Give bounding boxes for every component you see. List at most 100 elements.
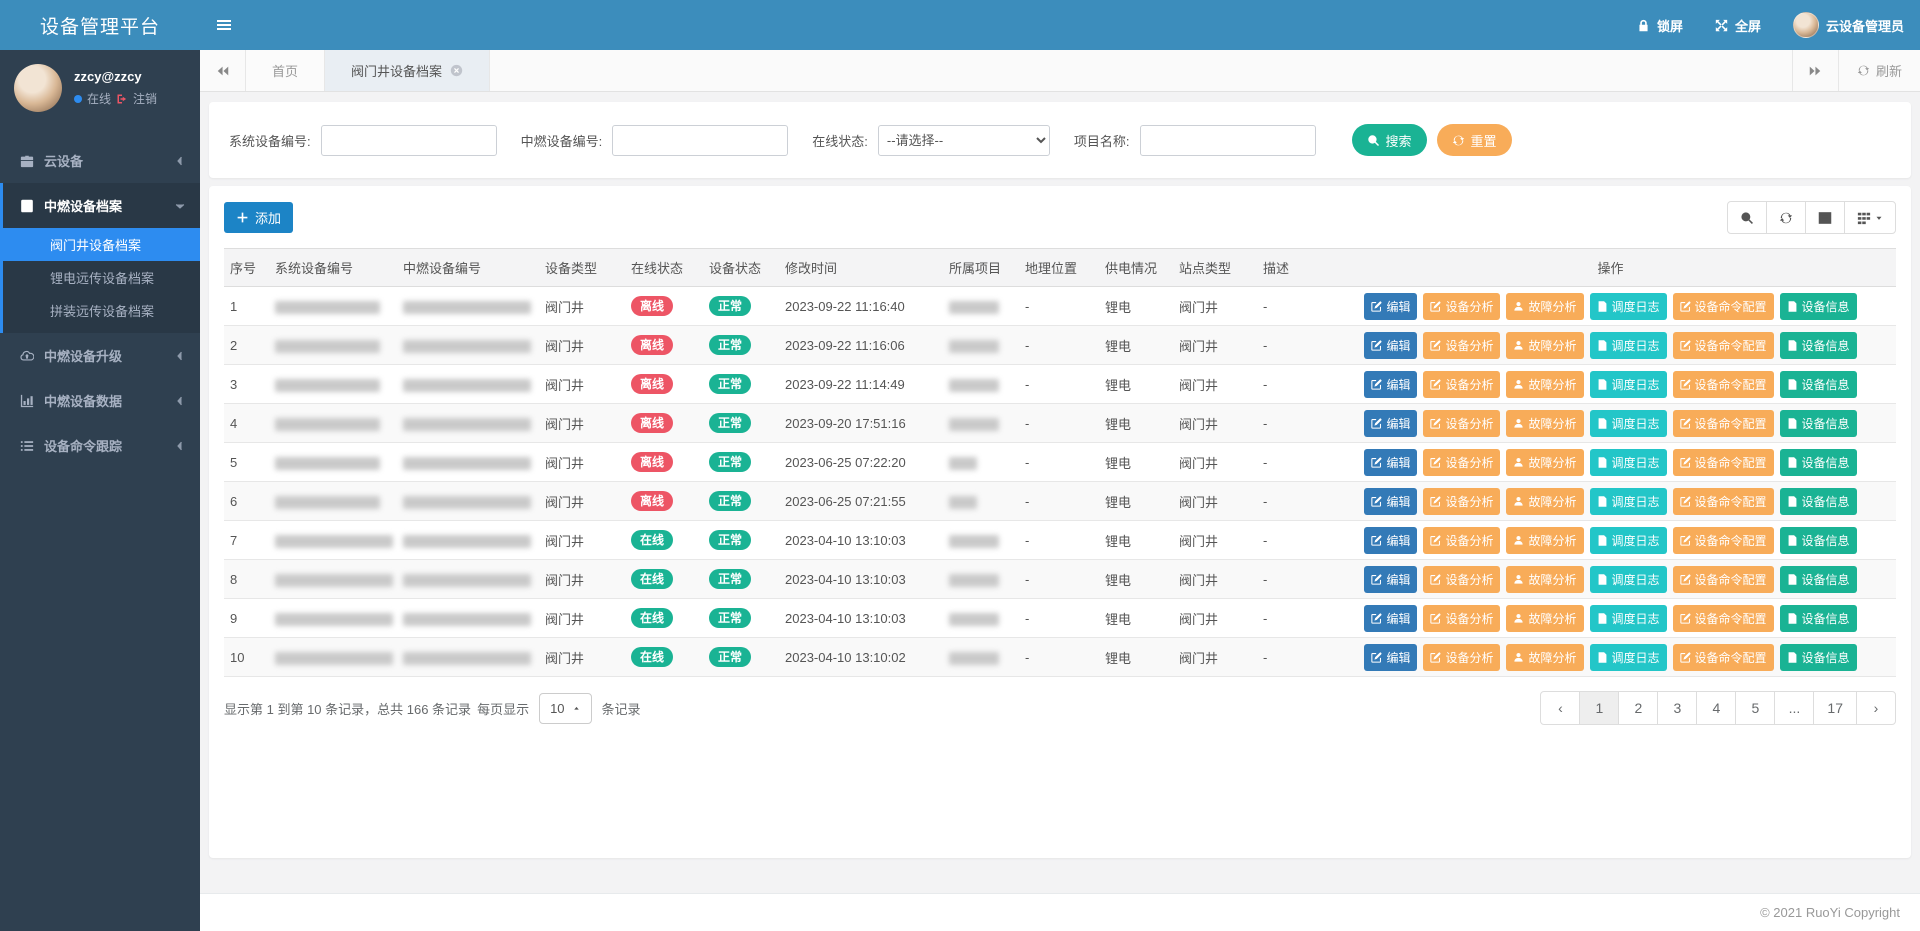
device-analysis-button[interactable]: 设备分析: [1423, 293, 1500, 320]
grid-toggle-view-button[interactable]: [1805, 201, 1845, 234]
device-command-config-button[interactable]: 设备命令配置: [1673, 449, 1774, 476]
dispatch-log-button[interactable]: 调度日志: [1590, 410, 1667, 437]
online-status-link[interactable]: 在线: [87, 90, 111, 107]
device-info-button[interactable]: 设备信息: [1780, 488, 1857, 515]
device-info-button[interactable]: 设备信息: [1780, 605, 1857, 632]
device-analysis-button[interactable]: 设备分析: [1423, 371, 1500, 398]
device-analysis-button[interactable]: 设备分析: [1423, 449, 1500, 476]
header-user-menu[interactable]: 云设备管理员: [1777, 0, 1920, 50]
device-info-button[interactable]: 设备信息: [1780, 332, 1857, 359]
dispatch-log-button[interactable]: 调度日志: [1590, 371, 1667, 398]
edit-button[interactable]: 编辑: [1364, 605, 1417, 632]
sidebar-subitem-assembled-remote-archive[interactable]: 拼装远传设备档案: [3, 294, 200, 327]
logout-link[interactable]: 注销: [133, 90, 157, 107]
fault-analysis-button[interactable]: 故障分析: [1506, 293, 1583, 320]
page-prev-button[interactable]: ‹: [1540, 691, 1580, 725]
device-info-button[interactable]: 设备信息: [1780, 449, 1857, 476]
fault-analysis-button[interactable]: 故障分析: [1506, 644, 1583, 671]
edit-button[interactable]: 编辑: [1364, 449, 1417, 476]
device-command-config-button[interactable]: 设备命令配置: [1673, 488, 1774, 515]
tabs-scroll-left-button[interactable]: [200, 50, 246, 91]
fault-analysis-button[interactable]: 故障分析: [1506, 527, 1583, 554]
tab-valve-well-archive[interactable]: 阀门井设备档案: [325, 50, 490, 91]
page-button-2[interactable]: 2: [1618, 691, 1658, 725]
device-analysis-button[interactable]: 设备分析: [1423, 527, 1500, 554]
cn-device-no-input[interactable]: [612, 125, 788, 156]
device-info-button[interactable]: 设备信息: [1780, 410, 1857, 437]
edit-button[interactable]: 编辑: [1364, 488, 1417, 515]
device-command-config-button[interactable]: 设备命令配置: [1673, 566, 1774, 593]
dispatch-log-button[interactable]: 调度日志: [1590, 449, 1667, 476]
device-info-button[interactable]: 设备信息: [1780, 527, 1857, 554]
dispatch-log-button[interactable]: 调度日志: [1590, 488, 1667, 515]
grid-search-button[interactable]: [1727, 201, 1767, 234]
device-command-config-button[interactable]: 设备命令配置: [1673, 371, 1774, 398]
page-next-button[interactable]: ›: [1856, 691, 1896, 725]
tab-home[interactable]: 首页: [246, 50, 325, 91]
reset-button[interactable]: 重置: [1437, 124, 1512, 156]
device-analysis-button[interactable]: 设备分析: [1423, 488, 1500, 515]
device-info-button[interactable]: 设备信息: [1780, 293, 1857, 320]
edit-button[interactable]: 编辑: [1364, 566, 1417, 593]
lock-screen-button[interactable]: 锁屏: [1621, 0, 1699, 50]
device-analysis-button[interactable]: 设备分析: [1423, 410, 1500, 437]
device-analysis-button[interactable]: 设备分析: [1423, 566, 1500, 593]
add-button[interactable]: 添加: [224, 202, 293, 233]
edit-button[interactable]: 编辑: [1364, 293, 1417, 320]
fault-analysis-button[interactable]: 故障分析: [1506, 410, 1583, 437]
device-command-config-button[interactable]: 设备命令配置: [1673, 605, 1774, 632]
sidebar-item-cloud-device[interactable]: 云设备: [0, 138, 200, 183]
fault-analysis-button[interactable]: 故障分析: [1506, 488, 1583, 515]
edit-button[interactable]: 编辑: [1364, 332, 1417, 359]
device-info-button[interactable]: 设备信息: [1780, 644, 1857, 671]
device-analysis-button[interactable]: 设备分析: [1423, 605, 1500, 632]
grid-columns-button[interactable]: [1844, 201, 1896, 234]
edit-button[interactable]: 编辑: [1364, 410, 1417, 437]
online-status-select[interactable]: --请选择--: [878, 125, 1050, 156]
edit-button[interactable]: 编辑: [1364, 371, 1417, 398]
device-command-config-button[interactable]: 设备命令配置: [1673, 332, 1774, 359]
page-button-3[interactable]: 3: [1657, 691, 1697, 725]
sidebar-item-cn-device-archive[interactable]: 中燃设备档案: [0, 183, 200, 228]
device-command-config-button[interactable]: 设备命令配置: [1673, 644, 1774, 671]
dispatch-log-button[interactable]: 调度日志: [1590, 644, 1667, 671]
page-button-...[interactable]: ...: [1774, 691, 1814, 725]
device-command-config-button[interactable]: 设备命令配置: [1673, 410, 1774, 437]
search-button[interactable]: 搜索: [1352, 124, 1427, 156]
tabs-scroll-right-button[interactable]: [1792, 50, 1838, 91]
fullscreen-button[interactable]: 全屏: [1699, 0, 1777, 50]
tab-close-icon[interactable]: [450, 64, 463, 77]
sidebar-subitem-valve-well-archive[interactable]: 阀门井设备档案: [3, 228, 200, 261]
grid-refresh-button[interactable]: [1766, 201, 1806, 234]
device-analysis-button[interactable]: 设备分析: [1423, 644, 1500, 671]
sidebar-subitem-lithium-remote-archive[interactable]: 锂电远传设备档案: [3, 261, 200, 294]
edit-button[interactable]: 编辑: [1364, 644, 1417, 671]
page-button-17[interactable]: 17: [1813, 691, 1857, 725]
device-info-button[interactable]: 设备信息: [1780, 566, 1857, 593]
dispatch-log-button[interactable]: 调度日志: [1590, 566, 1667, 593]
dispatch-log-button[interactable]: 调度日志: [1590, 293, 1667, 320]
dispatch-log-button[interactable]: 调度日志: [1590, 605, 1667, 632]
sidebar-item-cn-device-upgrade[interactable]: 中燃设备升级: [0, 333, 200, 378]
page-button-5[interactable]: 5: [1735, 691, 1775, 725]
page-button-1[interactable]: 1: [1579, 691, 1619, 725]
sidebar-toggle-button[interactable]: [200, 0, 248, 50]
edit-button[interactable]: 编辑: [1364, 527, 1417, 554]
sidebar-item-device-command-trace[interactable]: 设备命令跟踪: [0, 423, 200, 468]
project-name-input[interactable]: [1140, 125, 1316, 156]
page-button-4[interactable]: 4: [1696, 691, 1736, 725]
fault-analysis-button[interactable]: 故障分析: [1506, 449, 1583, 476]
fault-analysis-button[interactable]: 故障分析: [1506, 566, 1583, 593]
fault-analysis-button[interactable]: 故障分析: [1506, 605, 1583, 632]
page-size-select[interactable]: 10: [539, 693, 591, 724]
device-command-config-button[interactable]: 设备命令配置: [1673, 293, 1774, 320]
dispatch-log-button[interactable]: 调度日志: [1590, 527, 1667, 554]
system-device-no-input[interactable]: [321, 125, 497, 156]
dispatch-log-button[interactable]: 调度日志: [1590, 332, 1667, 359]
device-info-button[interactable]: 设备信息: [1780, 371, 1857, 398]
tab-refresh-button[interactable]: 刷新: [1838, 50, 1920, 91]
fault-analysis-button[interactable]: 故障分析: [1506, 371, 1583, 398]
device-analysis-button[interactable]: 设备分析: [1423, 332, 1500, 359]
device-command-config-button[interactable]: 设备命令配置: [1673, 527, 1774, 554]
fault-analysis-button[interactable]: 故障分析: [1506, 332, 1583, 359]
